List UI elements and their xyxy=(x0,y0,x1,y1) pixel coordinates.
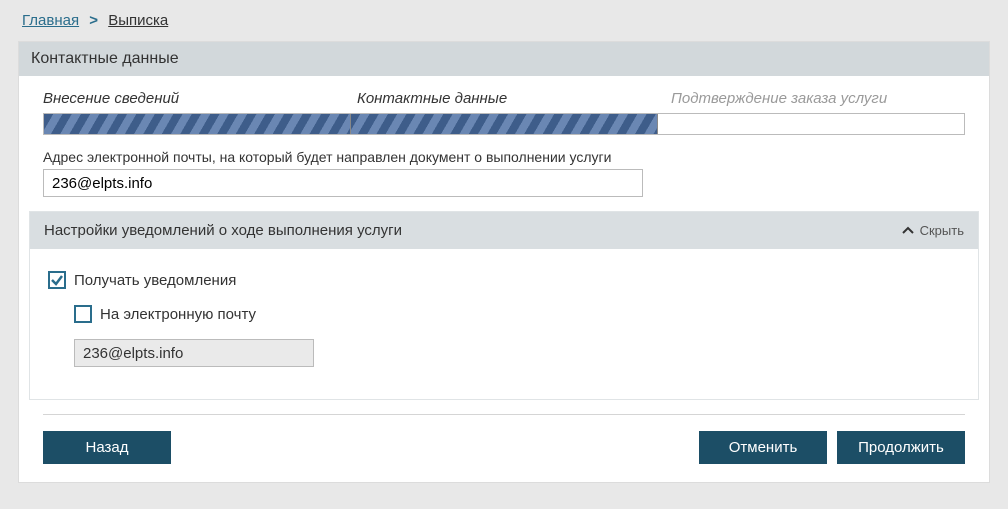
step-3: Подтверждение заказа услуги xyxy=(671,90,965,107)
breadcrumb-current: Выписка xyxy=(108,12,168,29)
step-2: Контактные данные xyxy=(357,90,651,107)
notification-email-input xyxy=(74,339,314,367)
notifications-panel: Настройки уведомлений о ходе выполнения … xyxy=(29,211,979,400)
breadcrumb-separator: > xyxy=(89,12,98,29)
email-label: Адрес электронной почты, на который буде… xyxy=(43,149,965,165)
breadcrumb: Главная > Выписка xyxy=(18,12,990,29)
progress-seg-2 xyxy=(351,114,658,134)
by-email-checkbox[interactable] xyxy=(74,305,92,323)
panel-title: Контактные данные xyxy=(19,42,989,76)
breadcrumb-home[interactable]: Главная xyxy=(22,12,79,29)
back-button[interactable]: Назад xyxy=(43,431,171,464)
wizard-steps: Внесение сведений Контактные данные Подт… xyxy=(19,76,989,113)
main-panel: Контактные данные Внесение сведений Конт… xyxy=(18,41,990,483)
progress-seg-3 xyxy=(658,114,964,134)
divider xyxy=(43,414,965,415)
by-email-label: На электронную почту xyxy=(100,306,256,323)
receive-notifications-label: Получать уведомления xyxy=(74,272,236,289)
continue-button[interactable]: Продолжить xyxy=(837,431,965,464)
step-1: Внесение сведений xyxy=(43,90,337,107)
hide-toggle-label: Скрыть xyxy=(920,223,964,238)
hide-toggle[interactable]: Скрыть xyxy=(902,223,964,238)
progress-bar xyxy=(43,113,965,135)
notifications-title: Настройки уведомлений о ходе выполнения … xyxy=(44,222,402,239)
receive-notifications-checkbox[interactable] xyxy=(48,271,66,289)
chevron-up-icon xyxy=(902,225,914,237)
email-input[interactable] xyxy=(43,169,643,197)
cancel-button[interactable]: Отменить xyxy=(699,431,827,464)
progress-seg-1 xyxy=(44,114,351,134)
